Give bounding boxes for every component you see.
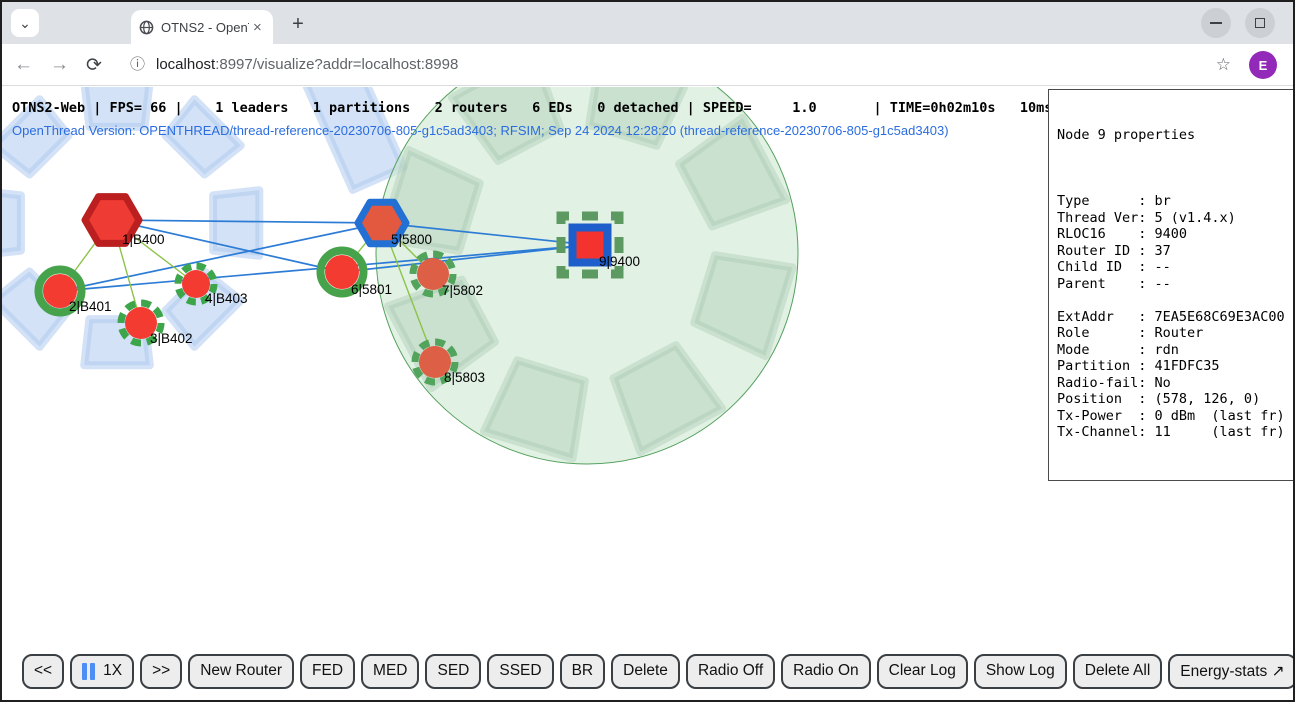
property-line: Role : Router xyxy=(1057,325,1286,342)
delete-all-button[interactable]: Delete All xyxy=(1073,654,1162,689)
sed-button[interactable]: SED xyxy=(425,654,481,689)
node-properties-body: Type : brThread Ver: 5 (v1.4.x)RLOC16 : … xyxy=(1057,177,1286,441)
property-line: Child ID : -- xyxy=(1057,259,1286,276)
speed-button[interactable]: 1X xyxy=(70,654,134,689)
show-log-button[interactable]: Show Log xyxy=(974,654,1067,689)
openthread-version-line: OpenThread Version: OPENTHREAD/thread-re… xyxy=(12,123,949,138)
tab-strip: ⌄ OTNS2 - OpenThread Ne × + xyxy=(2,2,1293,44)
clear-log-button[interactable]: Clear Log xyxy=(877,654,968,689)
browser-toolbar: ← → ⟳ ⓘ localhost:8997/visualize?addr=lo… xyxy=(2,44,1293,86)
fed-button[interactable]: FED xyxy=(300,654,355,689)
profile-avatar[interactable]: E xyxy=(1249,51,1277,79)
simulation-toolbar: <<1X>>New RouterFEDMEDSEDSSEDBRDeleteRad… xyxy=(22,651,1293,691)
node-2-label: 2|B401 xyxy=(69,299,112,314)
property-line xyxy=(1057,177,1286,194)
br-button[interactable]: BR xyxy=(560,654,606,689)
node-1-label: 1|B400 xyxy=(122,232,165,247)
address-bar[interactable]: localhost:8997/visualize?addr=localhost:… xyxy=(156,44,458,86)
globe-icon xyxy=(139,20,154,35)
url-host: localhost xyxy=(156,56,215,73)
med-button[interactable]: MED xyxy=(361,654,419,689)
property-line: Position : (578, 126, 0) xyxy=(1057,391,1286,408)
property-line: Partition : 41FDFC35 xyxy=(1057,358,1286,375)
step-forward-button[interactable]: >> xyxy=(140,654,182,689)
tab-title: OTNS2 - OpenThread Ne xyxy=(161,20,249,35)
otns-page: 1|B400 2|B401 3|B402 4|B403 5|5800 6|5801 7|58… xyxy=(2,87,1293,700)
reload-icon[interactable]: ⟳ xyxy=(86,44,102,86)
url-path: :8997/visualize?addr=localhost:8998 xyxy=(215,56,458,73)
radio-on-button[interactable]: Radio On xyxy=(781,654,870,689)
node-9-label: 9|9400 xyxy=(599,254,640,269)
property-line: ExtAddr : 7EA5E68C69E3AC00 xyxy=(1057,309,1286,326)
delete-button[interactable]: Delete xyxy=(611,654,680,689)
window-minimize-button[interactable] xyxy=(1201,8,1231,38)
tab-close-icon[interactable]: × xyxy=(253,20,262,35)
radio-off-button[interactable]: Radio Off xyxy=(686,654,775,689)
simulation-status-line: OTNS2-Web | FPS= 66 | 1 leaders 1 partit… xyxy=(12,100,1101,116)
property-line: Thread Ver: 5 (v1.4.x) xyxy=(1057,210,1286,227)
site-info-icon[interactable]: ⓘ xyxy=(130,44,145,86)
property-line: Router ID : 37 xyxy=(1057,243,1286,260)
property-line: Mode : rdn xyxy=(1057,342,1286,359)
property-line: Tx-Power : 0 dBm (last fr) xyxy=(1057,408,1286,425)
node-properties-title: Node 9 properties xyxy=(1057,127,1286,144)
network-canvas[interactable]: 1|B400 2|B401 3|B402 4|B403 5|5800 6|5801 7|58… xyxy=(2,87,1050,702)
browser-window: ⌄ OTNS2 - OpenThread Ne × + ← → ⟳ ⓘ loca… xyxy=(0,0,1295,702)
node-5-label: 5|5800 xyxy=(391,232,432,247)
node-4-label: 4|B403 xyxy=(205,291,248,306)
partition-gear-tooth xyxy=(2,190,21,256)
property-line xyxy=(1057,292,1286,309)
pause-icon xyxy=(90,663,95,680)
tab-otns2[interactable]: OTNS2 - OpenThread Ne × xyxy=(131,10,273,44)
back-icon[interactable]: ← xyxy=(14,44,33,86)
energy-stats-button[interactable]: Energy-stats ↗ xyxy=(1168,654,1295,689)
property-line: Type : br xyxy=(1057,193,1286,210)
bookmark-star-icon[interactable]: ☆ xyxy=(1216,44,1231,86)
property-line: RLOC16 : 9400 xyxy=(1057,226,1286,243)
partition-gear-tooth xyxy=(213,190,259,256)
new-router-button[interactable]: New Router xyxy=(188,654,294,689)
step-back-button[interactable]: << xyxy=(22,654,64,689)
pause-icon xyxy=(82,663,87,680)
speed-label: 1X xyxy=(103,662,122,680)
property-line: Parent : -- xyxy=(1057,276,1286,293)
node-3-label: 3|B402 xyxy=(150,331,193,346)
forward-icon[interactable]: → xyxy=(50,44,69,86)
maximize-icon xyxy=(1255,18,1265,28)
ssed-button[interactable]: SSED xyxy=(487,654,553,689)
node-8-label: 8|5803 xyxy=(444,370,485,385)
node-6-label: 6|5801 xyxy=(351,282,392,297)
node-7-label: 7|5802 xyxy=(442,283,483,298)
node-properties-panel: Node 9 properties Type : brThread Ver: 5… xyxy=(1048,89,1295,481)
property-line: Tx-Channel: 11 (last fr) xyxy=(1057,424,1286,441)
tab-search-chevron-icon[interactable]: ⌄ xyxy=(11,9,39,37)
minimize-icon xyxy=(1210,22,1222,24)
property-line: Radio-fail: No xyxy=(1057,375,1286,392)
new-tab-button[interactable]: + xyxy=(284,10,312,38)
window-maximize-button[interactable] xyxy=(1245,8,1275,38)
